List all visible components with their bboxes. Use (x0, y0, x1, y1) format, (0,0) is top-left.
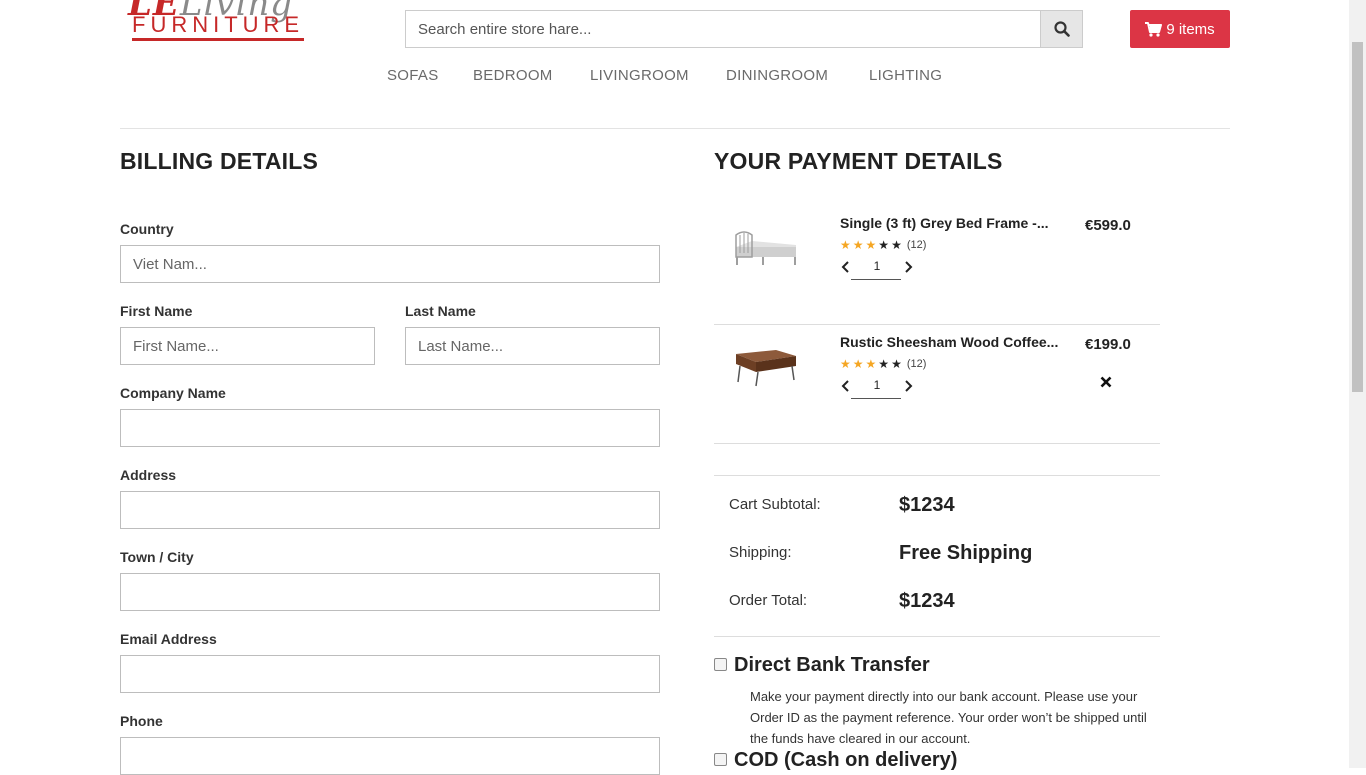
nav-bedroom[interactable]: BEDROOM (473, 67, 553, 84)
payment-title: YOUR PAYMENT DETAILS (714, 148, 1003, 174)
main-nav: SOFAS BEDROOM LIVINGROOM DININGROOM LIGH… (0, 67, 1366, 87)
star-icon: ★ (878, 238, 890, 252)
city-label: Town / City (120, 549, 194, 565)
email-field[interactable] (120, 655, 660, 693)
cart-button[interactable]: 9 items (1130, 10, 1230, 48)
star-icon: ★ (840, 357, 851, 371)
summary-divider (714, 636, 1160, 637)
bank-transfer-checkbox[interactable] (714, 658, 727, 671)
chevron-left-icon[interactable] (840, 378, 852, 394)
item-price: €199.0 (1085, 336, 1131, 353)
star-icon: ★ (852, 357, 864, 371)
quantity-stepper: 1 (840, 376, 914, 400)
cart-count: 9 items (1166, 20, 1215, 38)
address-field[interactable] (120, 491, 660, 529)
subtotal-value: $1234 (899, 494, 955, 516)
nav-sofas[interactable]: SOFAS (387, 67, 439, 84)
country-label: Country (120, 221, 174, 237)
cart-item: Single (3 ft) Grey Bed Frame -... ★ ★ ★ … (714, 205, 1160, 325)
star-icon: ★ (852, 238, 864, 252)
chevron-left-icon[interactable] (840, 259, 852, 275)
close-icon[interactable] (1100, 376, 1112, 388)
star-icon: ★ (891, 357, 902, 371)
item-price: €599.0 (1085, 217, 1131, 234)
quantity-value[interactable]: 1 (868, 378, 886, 392)
shipping-label: Shipping: (729, 544, 792, 561)
chevron-right-icon[interactable] (902, 378, 914, 394)
quantity-underline (851, 279, 901, 280)
page-scrollbar[interactable] (1349, 0, 1366, 768)
quantity-underline (851, 398, 901, 399)
star-icon: ★ (840, 238, 851, 252)
cod-checkbox[interactable] (714, 753, 727, 766)
billing-title: BILLING DETAILS (120, 148, 319, 174)
item-rating: ★ ★ ★ ★ ★ (12) (840, 357, 926, 371)
company-field[interactable] (120, 409, 660, 447)
order-total-value: $1234 (899, 590, 955, 612)
order-total-label: Order Total: (729, 592, 808, 609)
phone-label: Phone (120, 713, 163, 729)
item-rating: ★ ★ ★ ★ ★ (12) (840, 238, 926, 252)
search-input[interactable] (405, 10, 1041, 48)
nav-lighting[interactable]: LIGHTING (869, 67, 942, 84)
address-label: Address (120, 467, 177, 483)
quantity-stepper: 1 (840, 257, 914, 281)
header-divider (120, 128, 1230, 129)
logo-wordmark: FURNITURE (132, 14, 305, 41)
coffee-table-image (736, 350, 796, 387)
star-icon: ★ (865, 357, 877, 371)
scrollbar-thumb[interactable] (1352, 42, 1363, 392)
quantity-value[interactable]: 1 (868, 259, 886, 273)
country-field[interactable] (120, 245, 660, 283)
item-name[interactable]: Rustic Sheesham Wood Coffee... (840, 334, 1058, 350)
summary-divider (714, 475, 1160, 476)
phone-field[interactable] (120, 737, 660, 775)
search-icon (1053, 21, 1070, 37)
store-logo[interactable]: LELiving FURNITURE (128, 0, 340, 44)
company-label: Company Name (120, 385, 226, 401)
city-field[interactable] (120, 573, 660, 611)
cart-item: Rustic Sheesham Wood Coffee... ★ ★ ★ ★ ★… (714, 324, 1160, 444)
first-name-field[interactable] (120, 327, 375, 365)
first-name-label: First Name (120, 303, 193, 319)
search-button[interactable] (1040, 10, 1083, 48)
nav-diningroom[interactable]: DININGROOM (726, 67, 828, 84)
bank-transfer-title[interactable]: Direct Bank Transfer (734, 654, 930, 677)
bank-transfer-description: Make your payment directly into our bank… (750, 689, 1147, 746)
star-icon: ★ (865, 238, 877, 252)
review-count: (12) (906, 358, 927, 370)
cart-icon (1145, 21, 1163, 37)
last-name-field[interactable] (405, 327, 660, 365)
review-count: (12) (906, 239, 927, 251)
star-icon: ★ (891, 238, 902, 252)
subtotal-label: Cart Subtotal: (729, 496, 821, 513)
shipping-value: Free Shipping (899, 542, 1033, 564)
chevron-right-icon[interactable] (902, 259, 914, 275)
last-name-label: Last Name (405, 303, 476, 319)
nav-livingroom[interactable]: LIVINGROOM (590, 67, 689, 84)
star-icon: ★ (878, 357, 890, 371)
cod-title[interactable]: COD (Cash on delivery) (734, 749, 957, 772)
bed-frame-image (735, 231, 796, 265)
item-name[interactable]: Single (3 ft) Grey Bed Frame -... (840, 215, 1049, 231)
email-label: Email Address (120, 631, 217, 647)
